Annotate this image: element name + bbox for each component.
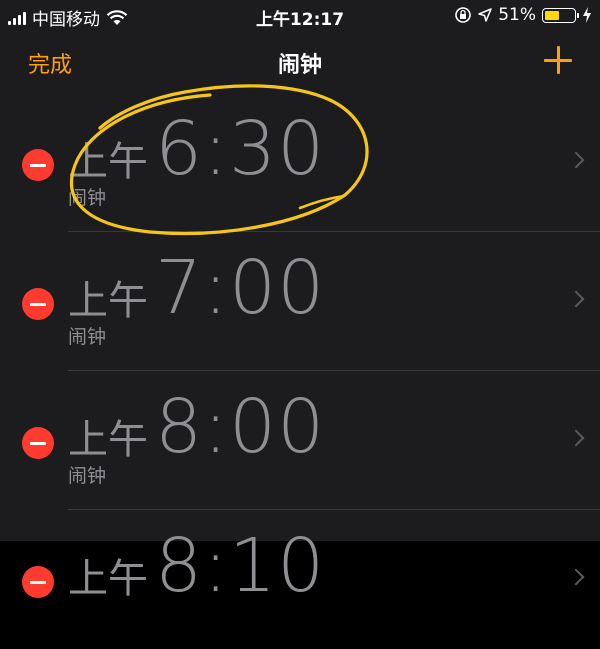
alarm-list: 上午 6:30 闹钟 上午 7:00 闹钟 上午 8:00 闹钟 上午 8:10	[0, 94, 600, 603]
alarm-period: 上午	[68, 556, 148, 602]
delete-button[interactable]	[22, 427, 54, 459]
charging-icon	[583, 7, 591, 23]
alarm-label: 闹钟	[68, 187, 107, 209]
location-icon	[478, 8, 492, 22]
delete-button[interactable]	[22, 288, 54, 320]
alarm-label: 闹钟	[68, 465, 107, 487]
nav-bar: 完成 闹钟	[0, 32, 600, 95]
alarm-period: 上午	[68, 417, 148, 463]
chevron-right-icon[interactable]	[567, 151, 585, 169]
battery-percent: 51%	[498, 5, 536, 25]
alarm-row[interactable]: 上午 8:10	[0, 511, 600, 649]
delete-button[interactable]	[22, 149, 54, 181]
delete-button[interactable]	[22, 566, 54, 598]
alarm-time: 8:00	[155, 384, 326, 470]
alarm-row[interactable]: 上午 6:30 闹钟	[0, 94, 600, 232]
alarm-period: 上午	[68, 139, 148, 185]
rotation-lock-icon	[455, 7, 472, 23]
alarm-time: 8:10	[155, 523, 326, 609]
battery-tip	[577, 12, 579, 18]
battery-icon	[542, 7, 579, 23]
chevron-right-icon[interactable]	[567, 568, 585, 586]
alarm-time: 7:00	[155, 245, 326, 331]
chevron-right-icon[interactable]	[567, 429, 585, 447]
status-right: 51%	[454, 5, 592, 25]
divider	[68, 509, 600, 510]
alarm-label: 闹钟	[68, 326, 107, 348]
divider	[68, 370, 600, 371]
plus-icon[interactable]	[544, 46, 572, 74]
alarm-row[interactable]: 上午 7:00 闹钟	[0, 233, 600, 371]
alarm-row[interactable]: 上午 8:00 闹钟	[0, 372, 600, 510]
alarm-time: 6:30	[155, 106, 326, 192]
battery-fill	[545, 10, 559, 20]
page-title: 闹钟	[277, 53, 322, 78]
divider	[68, 231, 600, 232]
alarm-period: 上午	[68, 278, 148, 324]
status-bar: 中国移动 上午12:17 51%	[0, 0, 600, 32]
chevron-right-icon[interactable]	[567, 290, 585, 308]
